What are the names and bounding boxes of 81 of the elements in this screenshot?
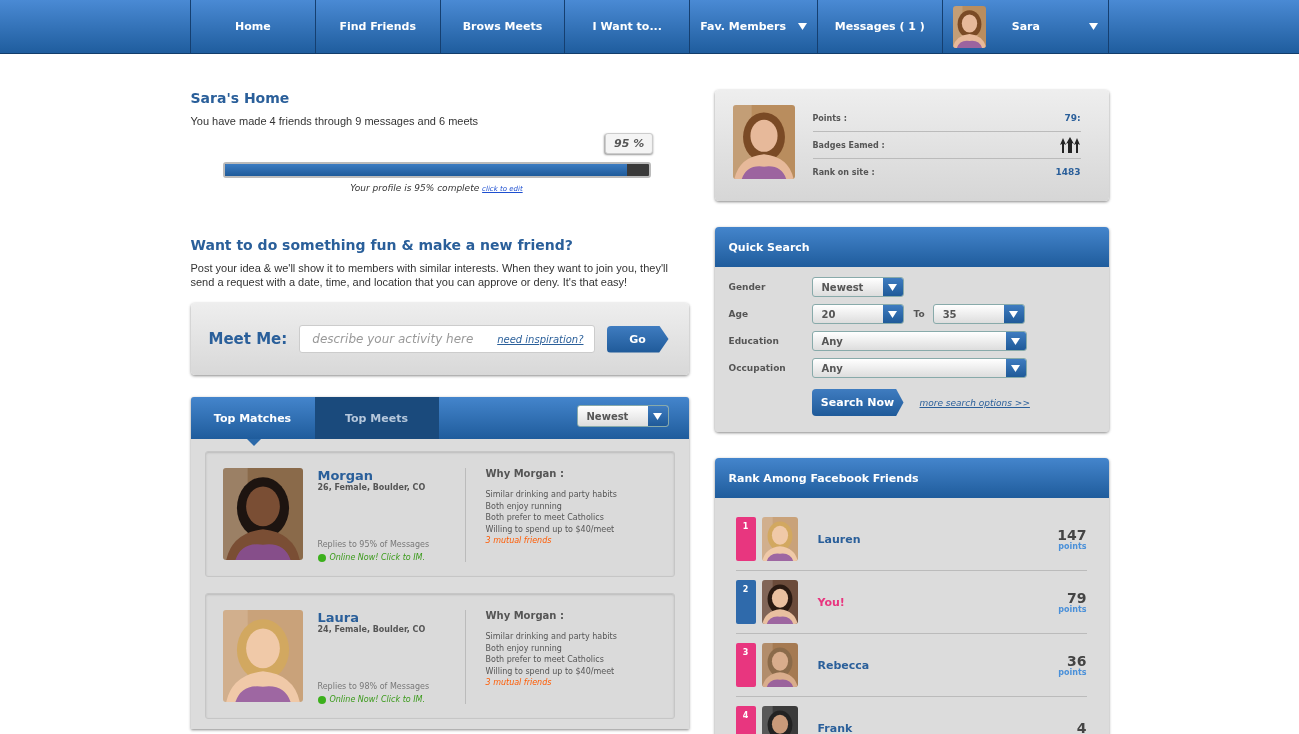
points-unit: points (1058, 541, 1087, 551)
panel-title: Quick Search (714, 227, 1109, 267)
caret-icon (888, 283, 897, 291)
caret-icon (653, 412, 662, 420)
select-dropdown[interactable]: Any (811, 331, 1027, 351)
inspiration-link[interactable]: need inspiration? (497, 333, 584, 345)
field-label: Education (728, 336, 780, 346)
panel-title: Rank Among Facebook Friends (714, 458, 1109, 498)
nav-item[interactable]: Sara (942, 0, 1110, 53)
more-options-link[interactable]: more search options >> (919, 397, 1030, 408)
reason-text: Both prefer to meet Catholics (485, 654, 605, 666)
rank-badge: 2 (735, 580, 756, 624)
points-value: 79 (1067, 590, 1087, 605)
online-status[interactable]: Online Now! Click to IM. (329, 553, 425, 562)
friend-name[interactable]: You! (817, 595, 1053, 609)
match-name[interactable]: Laura (317, 610, 453, 625)
nav-item[interactable]: Messages ( 1 ) (817, 0, 943, 53)
reply-rate: Replies to 98% of Messages (317, 682, 431, 691)
field-label: Occupation (728, 363, 787, 373)
points-value: 147 (1057, 527, 1087, 542)
nav-item[interactable]: Fav. Members (690, 0, 818, 53)
points-unit: points (1058, 667, 1087, 677)
caret-icon (1009, 310, 1019, 318)
rank-badge: 1 (735, 517, 756, 561)
field-label: Age (728, 309, 749, 319)
reason-text: Both enjoy running (485, 500, 563, 512)
stat-label: Badges Eamed : (812, 140, 885, 150)
progress-caption: Your profile is 95% complete (350, 183, 480, 193)
select-dropdown[interactable]: 20 (811, 304, 904, 324)
caret-icon (1011, 364, 1020, 372)
match-name[interactable]: Morgan (317, 468, 453, 483)
points-value: 4 (1076, 721, 1087, 734)
summary-text: You have made 4 friends through 9 messages and 6 meets (190, 114, 480, 128)
why-title: Why Morgan : (485, 468, 565, 479)
friend-name[interactable]: Rebecca (817, 658, 1053, 672)
why-title: Why Morgan : (485, 610, 565, 621)
meet-label: Meet Me: (208, 330, 288, 348)
progress-bubble: 95 % (605, 133, 654, 154)
caret-icon (888, 310, 897, 318)
nav-item[interactable]: Home (191, 0, 316, 53)
friend-name[interactable]: Lauren (817, 532, 1052, 546)
match-details: 26, Female, Boulder, CO (317, 483, 427, 492)
search-button[interactable]: Search Now (811, 389, 904, 416)
page-title: Sara's Home (190, 90, 291, 106)
reply-rate: Replies to 95% of Messages (317, 540, 431, 549)
rank-badge: 4 (735, 706, 756, 734)
stat-label: Points : (812, 113, 847, 123)
rank-badge: 3 (735, 643, 756, 687)
stat-value: 1483 (1055, 167, 1081, 177)
field-label: Gender (728, 282, 767, 292)
reason-text: Both enjoy running (485, 642, 563, 654)
tab[interactable]: Top Matches (190, 397, 315, 439)
badge-icon (1058, 137, 1081, 153)
stat-label: Rank on site : (812, 167, 875, 177)
tab[interactable]: Top Meets (314, 397, 439, 439)
go-button[interactable]: Go (606, 325, 669, 353)
nav-item[interactable]: Find Friends (315, 0, 441, 53)
activity-field[interactable]: describe your activity here need inspiration? (299, 325, 595, 353)
caret-icon (797, 23, 807, 30)
nav-item[interactable]: I Want to... (565, 0, 691, 53)
reason-text: Similar drinking and party habits (485, 631, 617, 643)
section-title: Want to do something fun & make a new friend? (190, 237, 574, 253)
caret-icon (1089, 23, 1099, 30)
reason-text: Willing to spend up to $40/meet (485, 665, 616, 677)
match-details: 24, Female, Boulder, CO (317, 625, 427, 634)
reason-text: Both prefer to meet Catholics (485, 512, 605, 524)
nav-item[interactable]: Brows Meets (440, 0, 566, 53)
range-label: To (913, 309, 925, 319)
points-unit: points (1058, 604, 1087, 614)
description-text: Post your idea & we'll show it to members with similar interests. When they want to join you, they'll send a request with a date, time, and location that you can approve or deny. It's that easy! (190, 261, 669, 289)
select-dropdown[interactable]: Any (811, 358, 1027, 378)
stat-value: 79: (1064, 113, 1081, 123)
points-value: 36 (1067, 653, 1087, 668)
reason-text: Similar drinking and party habits (485, 489, 617, 501)
sort-dropdown[interactable]: Newest (576, 405, 669, 427)
online-status[interactable]: Online Now! Click to IM. (329, 695, 425, 704)
caret-icon (1011, 337, 1020, 345)
select-dropdown[interactable]: Newest (811, 277, 904, 297)
friend-name[interactable]: Frank (817, 721, 1071, 734)
select-dropdown[interactable]: 35 (932, 304, 1025, 324)
reason-text: Willing to spend up to $40/meet (485, 523, 616, 535)
